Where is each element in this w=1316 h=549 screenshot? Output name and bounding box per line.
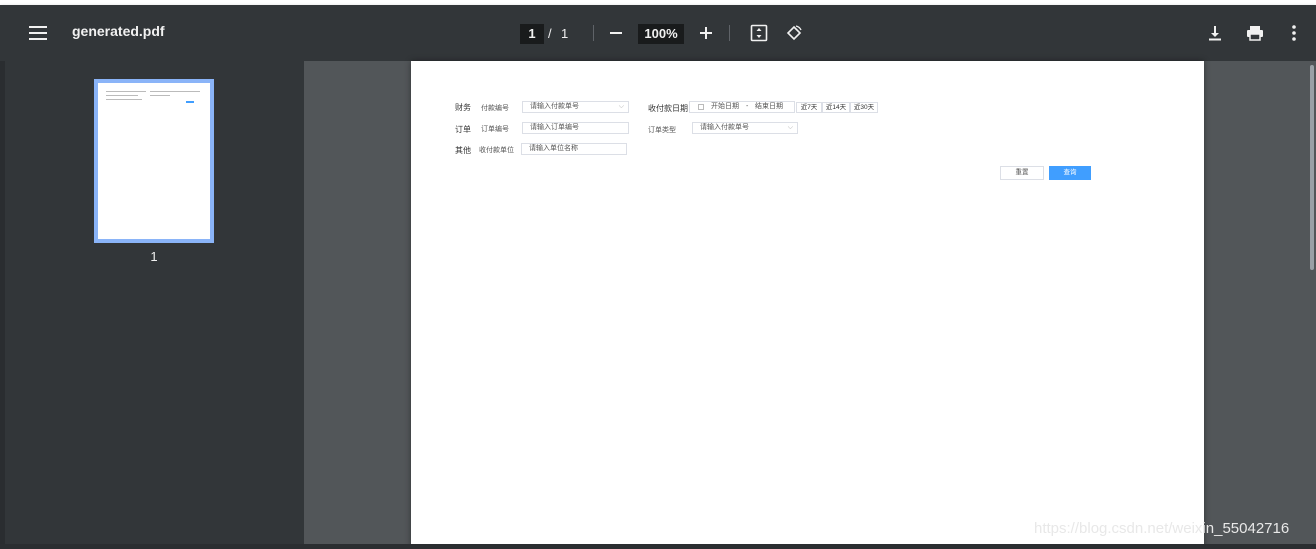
end-date-placeholder: 结束日期 xyxy=(755,103,783,110)
order-number-label: 订单编号 xyxy=(481,126,509,133)
order-type-select[interactable]: 请输入付款单号 ⌵ xyxy=(692,122,798,134)
print-icon[interactable] xyxy=(1244,22,1266,44)
page-separator: / xyxy=(548,26,552,41)
menu-icon[interactable] xyxy=(22,19,54,47)
payment-number-select[interactable]: 请输入付款单号 ⌵ xyxy=(522,101,629,113)
payment-number-label: 付款编号 xyxy=(481,105,509,112)
zoom-out-icon[interactable] xyxy=(606,23,626,43)
quick-30-days-button[interactable]: 近30天 xyxy=(850,102,878,113)
thumbnail-line xyxy=(106,91,146,92)
scrollbar[interactable] xyxy=(1310,65,1314,270)
pdf-toolbar: generated.pdf 1 / 1 100% xyxy=(0,5,1316,61)
rotate-icon[interactable] xyxy=(783,22,805,44)
zoom-in-icon[interactable] xyxy=(696,23,716,43)
counterparty-label: 收付款单位 xyxy=(479,147,514,154)
date-range-picker[interactable]: 开始日期 - 结束日期 xyxy=(689,101,795,113)
pdf-page xyxy=(411,61,1204,549)
counterparty-input[interactable]: 请输入单位名称 xyxy=(521,143,627,155)
thumbnail-line xyxy=(150,91,200,92)
thumbnail-page-number: 1 xyxy=(150,249,158,264)
zoom-level-input[interactable]: 100% xyxy=(638,24,684,44)
thumbnail-button xyxy=(186,101,194,103)
order-type-placeholder: 请输入付款单号 xyxy=(700,124,749,131)
calendar-icon xyxy=(698,104,704,110)
page-total: 1 xyxy=(561,26,569,41)
group-label-order: 订单 xyxy=(455,125,471,134)
counterparty-placeholder: 请输入单位名称 xyxy=(529,145,578,152)
thumbnail-line xyxy=(150,95,170,96)
toolbar-divider xyxy=(593,25,594,41)
thumbnail-line xyxy=(106,99,142,100)
page-thumbnail[interactable] xyxy=(94,79,214,243)
order-number-placeholder: 请输入订单编号 xyxy=(530,124,579,131)
start-date-placeholder: 开始日期 xyxy=(711,103,739,110)
reset-button[interactable]: 重置 xyxy=(1000,166,1044,180)
quick-7-days-button[interactable]: 近7天 xyxy=(796,102,822,113)
group-label-other: 其他 xyxy=(455,146,471,155)
thumbnail-line xyxy=(106,95,138,96)
page-number-input[interactable]: 1 xyxy=(520,24,544,44)
chevron-down-icon: ⌵ xyxy=(618,103,624,110)
payment-number-placeholder: 请输入付款单号 xyxy=(530,103,579,110)
quick-14-days-button[interactable]: 近14天 xyxy=(822,102,850,113)
download-icon[interactable] xyxy=(1204,22,1226,44)
chevron-down-icon: ⌵ xyxy=(787,124,793,131)
document-title: generated.pdf xyxy=(72,23,165,39)
background-window-edge xyxy=(0,544,1316,549)
date-range-separator: - xyxy=(746,103,749,110)
date-label: 收付款日期 xyxy=(648,104,688,113)
more-vert-icon[interactable] xyxy=(1284,22,1304,44)
toolbar-divider xyxy=(729,25,730,41)
query-button[interactable]: 查询 xyxy=(1049,166,1091,180)
watermark: https://blog.csdn.net/weixin_55042716 xyxy=(1034,520,1290,537)
order-type-label: 订单类型 xyxy=(648,127,676,134)
group-label-finance: 财务 xyxy=(455,103,471,112)
left-edge xyxy=(0,61,5,549)
fit-page-icon[interactable] xyxy=(748,22,770,44)
order-number-input[interactable]: 请输入订单编号 xyxy=(522,122,629,134)
